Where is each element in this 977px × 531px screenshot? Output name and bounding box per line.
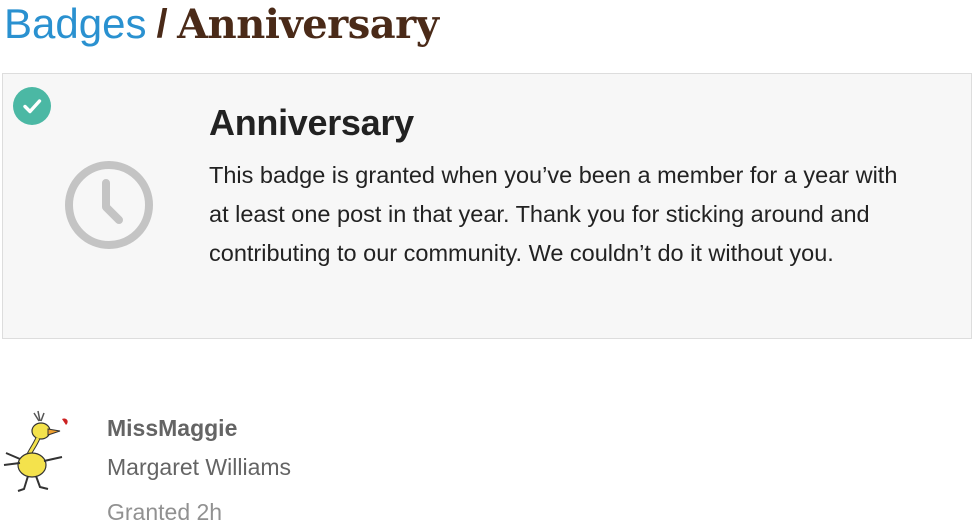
badge-card: Anniversary This badge is granted when y…: [2, 73, 972, 339]
badge-description: This badge is granted when you’ve been a…: [209, 162, 898, 266]
page-title: Badges / Anniversary: [4, 0, 439, 52]
granted-time: Granted 2h: [107, 499, 223, 525]
clock-icon: [65, 161, 153, 249]
breadcrumb-current: Anniversary: [177, 0, 439, 48]
grantee-list-item: MissMaggie Margaret Williams Granted 2h: [0, 405, 600, 531]
user-full-name: Margaret Williams: [107, 454, 292, 480]
breadcrumb-separator: /: [156, 1, 168, 46]
breadcrumb-badges-link[interactable]: Badges: [4, 0, 146, 48]
badge-name: Anniversary: [209, 102, 414, 143]
avatar[interactable]: [0, 407, 80, 493]
check-icon: [13, 87, 51, 125]
username-link[interactable]: MissMaggie: [107, 415, 237, 442]
